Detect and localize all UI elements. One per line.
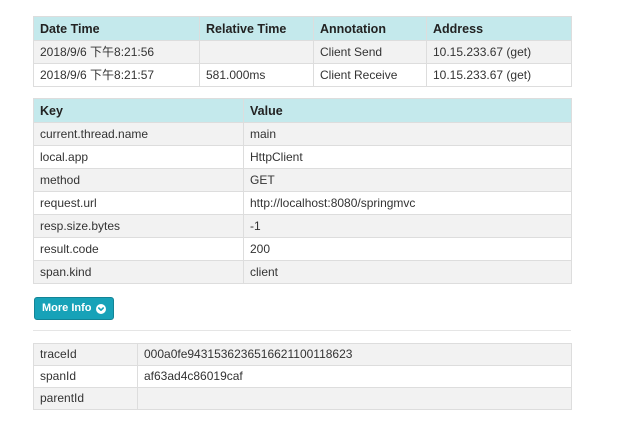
tag-value-cell: -1 — [243, 214, 572, 238]
table-row: local.app HttpClient — [33, 145, 572, 169]
tag-value-cell: HttpClient — [243, 145, 572, 169]
parent-id-value — [137, 387, 572, 410]
table-row: span.kind client — [33, 260, 572, 284]
table-row: 2018/9/6 下午8:21:57 581.000ms Client Rece… — [33, 63, 572, 87]
tag-value-cell: main — [243, 122, 572, 146]
table-row: current.thread.name main — [33, 122, 572, 146]
annotation-cell: Client Send — [313, 40, 427, 64]
tag-key-cell: current.thread.name — [33, 122, 244, 146]
table-row: 2018/9/6 下午8:21:56 Client Send 10.15.233… — [33, 40, 572, 64]
header-address: Address — [426, 16, 572, 41]
date-time-cell: 2018/9/6 下午8:21:56 — [33, 40, 200, 64]
tag-value-cell: client — [243, 260, 572, 284]
annotations-table: Date Time Relative Time Annotation Addre… — [33, 16, 572, 87]
header-key: Key — [33, 98, 244, 123]
trace-id-value: 000a0fe9431536236516621100118623 — [137, 343, 572, 366]
header-date-time: Date Time — [33, 16, 200, 41]
chevron-down-circle-icon — [95, 303, 106, 314]
table-row: traceId 000a0fe9431536236516621100118623 — [33, 343, 572, 366]
table-row: parentId — [33, 387, 572, 410]
tag-key-cell: result.code — [33, 237, 244, 261]
table-row: request.url http://localhost:8080/spring… — [33, 191, 572, 215]
relative-time-cell: 581.000ms — [199, 63, 314, 87]
more-info-button[interactable]: More Info — [34, 297, 114, 320]
tags-table: Key Value current.thread.name main local… — [33, 98, 572, 284]
section-divider — [33, 330, 571, 331]
ids-table: traceId 000a0fe9431536236516621100118623… — [33, 343, 572, 410]
tag-value-cell: http://localhost:8080/springmvc — [243, 191, 572, 215]
parent-id-label: parentId — [33, 387, 138, 410]
table-row: spanId af63ad4c86019caf — [33, 365, 572, 388]
tag-key-cell: method — [33, 168, 244, 192]
header-value: Value — [243, 98, 572, 123]
header-annotation: Annotation — [313, 16, 427, 41]
tag-key-cell: request.url — [33, 191, 244, 215]
annotation-cell: Client Receive — [313, 63, 427, 87]
address-cell: 10.15.233.67 (get) — [426, 63, 572, 87]
span-id-value: af63ad4c86019caf — [137, 365, 572, 388]
tag-key-cell: span.kind — [33, 260, 244, 284]
tag-key-cell: resp.size.bytes — [33, 214, 244, 238]
address-cell: 10.15.233.67 (get) — [426, 40, 572, 64]
more-info-label: More Info — [42, 302, 92, 314]
span-id-label: spanId — [33, 365, 138, 388]
date-time-cell: 2018/9/6 下午8:21:57 — [33, 63, 200, 87]
header-relative-time: Relative Time — [199, 16, 314, 41]
trace-id-label: traceId — [33, 343, 138, 366]
annotations-header-row: Date Time Relative Time Annotation Addre… — [33, 16, 572, 41]
table-row: resp.size.bytes -1 — [33, 214, 572, 238]
tag-value-cell: 200 — [243, 237, 572, 261]
tag-key-cell: local.app — [33, 145, 244, 169]
table-row: method GET — [33, 168, 572, 192]
tag-value-cell: GET — [243, 168, 572, 192]
tags-header-row: Key Value — [33, 98, 572, 123]
relative-time-cell — [199, 40, 314, 64]
table-row: result.code 200 — [33, 237, 572, 261]
